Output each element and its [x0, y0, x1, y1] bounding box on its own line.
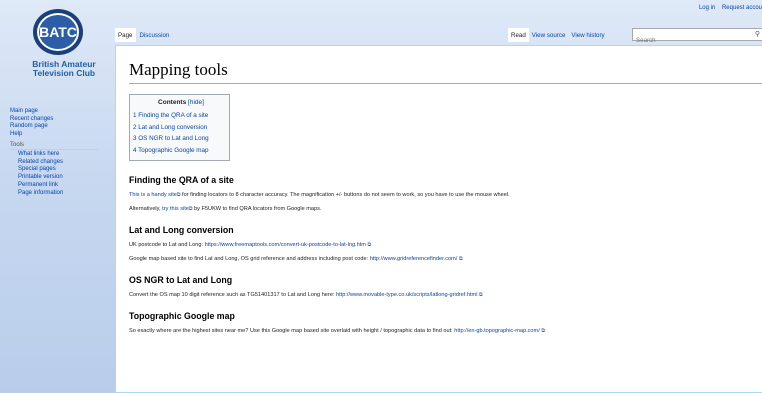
tab-discussion[interactable]: Discussion	[136, 28, 173, 42]
external-link-icon: ⧉	[541, 328, 545, 334]
toc-item-2[interactable]: 2 Lat and Long conversion	[133, 122, 229, 134]
section-qra-para-2: Alternatively, try this site⧉ by F5UKW t…	[129, 206, 762, 213]
sidebar-item-random-page[interactable]: Random page	[0, 123, 110, 131]
page-title: Mapping tools	[129, 60, 762, 84]
tab-page[interactable]: Page	[115, 28, 137, 42]
search-box: ⚲	[632, 28, 762, 46]
section-latlong-para-2: Google map based site to find Lat and Lo…	[129, 256, 762, 263]
gridreferencefinder-link[interactable]: http://www.gridreferencefinder.com/	[370, 256, 458, 262]
content-body: Mapping tools Contents [hide] 1 Finding …	[129, 46, 762, 335]
sidebar-tools: What links here Related changes Special …	[0, 151, 110, 197]
sidebar: Main page Recent changes Random page Hel…	[0, 108, 110, 197]
toc-title: Contents [hide]	[133, 99, 229, 106]
logo-badge-text: BATC	[39, 24, 77, 40]
request-account-link[interactable]: Request accou	[722, 5, 762, 11]
handy-site-link[interactable]: This is a handy site	[129, 192, 177, 198]
batc-logo-icon: BATC	[33, 9, 83, 55]
movable-type-link[interactable]: http://www.movable-type.co.uk/scripts/la…	[336, 292, 477, 298]
sidebar-item-what-links-here[interactable]: What links here	[0, 151, 110, 159]
toc-title-text: Contents	[158, 99, 187, 106]
main-content: Mapping tools Contents [hide] 1 Finding …	[115, 45, 762, 393]
qra-para-2-post: by F5UKW to find QRA locators from Googl…	[192, 206, 322, 212]
sidebar-item-main-page[interactable]: Main page	[0, 108, 110, 116]
login-link[interactable]: Log in	[699, 5, 715, 11]
page: Log in Request accou BATC British Amateu…	[0, 0, 762, 393]
sidebar-item-related-changes[interactable]: Related changes	[0, 159, 110, 167]
view-tabs: Read View source View history	[508, 28, 608, 42]
tab-view-history[interactable]: View history	[568, 28, 607, 42]
logo-text: British Amateur Television Club	[20, 60, 108, 78]
sidebar-tools-heading: Tools	[10, 142, 25, 148]
tab-read[interactable]: Read	[508, 28, 529, 42]
sidebar-item-permanent-link[interactable]: Permanent link	[0, 182, 110, 190]
external-link-icon: ⧉	[458, 256, 463, 262]
sidebar-navigation: Main page Recent changes Random page Hel…	[0, 108, 110, 138]
sidebar-item-printable-version[interactable]: Printable version	[0, 174, 110, 182]
personal-tools: Log in Request accou	[694, 5, 762, 11]
section-qra-para-1: This is a handy site⧉ for finding locato…	[129, 192, 762, 199]
namespace-tabs: Page Discussion	[115, 28, 173, 42]
osngr-para-1-text: Convert the OS map 10 digit reference su…	[129, 292, 336, 298]
qra-para-1-text: for finding locators to 8 character accu…	[180, 192, 510, 198]
try-this-site-link[interactable]: try this site	[162, 206, 189, 212]
toc-hide-toggle[interactable]: [hide]	[188, 99, 204, 106]
sidebar-divider	[10, 149, 98, 150]
section-heading-topographic: Topographic Google map	[129, 311, 235, 321]
freemaptools-link[interactable]: https://www.freemaptools.com/convert-uk-…	[205, 242, 366, 248]
site-logo[interactable]: BATC British Amateur Television Club	[20, 6, 108, 96]
logo-line-2: Television Club	[32, 68, 96, 78]
section-heading-qra: Finding the QRA of a site	[129, 175, 234, 185]
external-link-icon: ⧉	[479, 292, 483, 298]
section-heading-lat-long: Lat and Long conversion	[129, 225, 234, 235]
toc-item-1[interactable]: 1 Finding the QRA of a site	[133, 110, 229, 122]
external-link-icon: ⧉	[367, 242, 372, 248]
sidebar-item-recent-changes[interactable]: Recent changes	[0, 116, 110, 124]
section-heading-os-ngr: OS NGR to Lat and Long	[129, 275, 233, 285]
section-osngr-para-1: Convert the OS map 10 digit reference su…	[129, 292, 762, 299]
section-latlong-para-1: UK postcode to Lat and Long: https://www…	[129, 242, 762, 249]
section-topo-para-1: So exactly where are the highest sites n…	[129, 328, 762, 335]
sidebar-item-page-information[interactable]: Page information	[0, 190, 110, 198]
sidebar-item-help[interactable]: Help	[0, 131, 110, 139]
latlong-para-1-text: UK postcode to Lat and Long:	[129, 242, 205, 248]
latlong-para-2-text: Google map based site to find Lat and Lo…	[129, 256, 370, 262]
sidebar-item-special-pages[interactable]: Special pages	[0, 166, 110, 174]
toc-item-4[interactable]: 4 Topographic Google map	[133, 145, 229, 157]
toc-item-3[interactable]: 3 OS NGR to Lat and Long	[133, 133, 229, 145]
tab-view-source[interactable]: View source	[529, 28, 569, 42]
table-of-contents: Contents [hide] 1 Finding the QRA of a s…	[129, 94, 230, 161]
topographic-map-link[interactable]: http://en-gb.topographic-map.com/	[454, 328, 540, 334]
qra-para-2-pre: Alternatively,	[129, 206, 163, 212]
search-icon[interactable]: ⚲	[755, 30, 760, 38]
topo-para-1-text: So exactly where are the highest sites n…	[129, 328, 455, 334]
